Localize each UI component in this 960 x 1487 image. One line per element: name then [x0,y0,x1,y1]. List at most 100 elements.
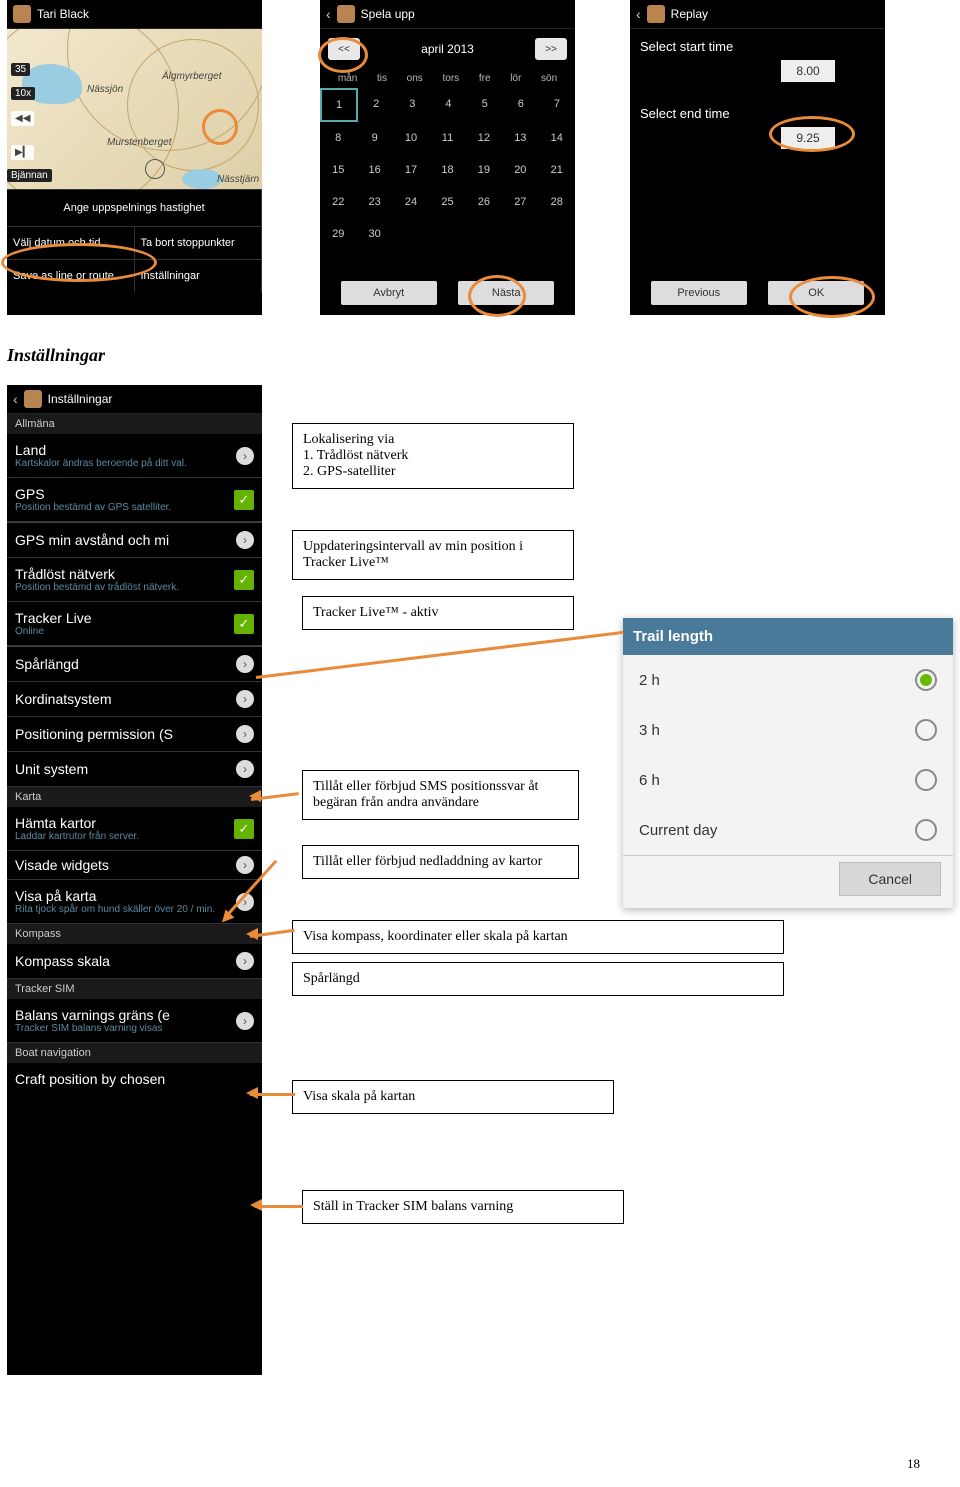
badge: Bjännan [7,169,52,182]
previous-button[interactable]: Previous [651,281,747,305]
badge: 35 [11,63,30,76]
start-time-label: Select start time [640,39,875,54]
calendar-day[interactable]: 23 [356,186,392,218]
setting-unit-system[interactable]: Unit system› [7,752,262,787]
rewind-icon[interactable]: ◀◀ [11,111,34,126]
calendar-day[interactable]: 27 [502,186,538,218]
check-icon: ✓ [234,614,254,634]
calendar-day[interactable]: 3 [394,88,430,122]
playback-speed-row[interactable]: Ange uppspelnings hastighet [7,189,262,226]
weekday-label: tors [442,73,459,84]
arrow-head-icon [250,1199,262,1211]
setting-positioning-permission[interactable]: Positioning permission (S› [7,717,262,752]
calendar-day[interactable]: 24 [393,186,429,218]
play-pause-icon[interactable]: ▶▎ [11,145,34,160]
header: ‹ Inställningar [7,385,262,414]
start-time-value[interactable]: 8.00 [781,60,835,82]
setting-craft-position[interactable]: Craft position by chosen [7,1063,262,1095]
fox-icon [13,5,31,23]
fox-icon [337,5,355,23]
category-label: Boat navigation [7,1043,262,1063]
chevron-icon: › [236,856,254,874]
calendar-day[interactable]: 21 [539,154,575,186]
setting-land[interactable]: LandKartskalor ändras beroende på ditt v… [7,434,262,478]
setting-trail-length[interactable]: Spårlängd› [7,647,262,682]
dialog-option[interactable]: Current day [623,805,953,855]
calendar-day[interactable]: 14 [539,122,575,154]
annotation-map-download: Tillåt eller förbjud nedladdning av kart… [302,845,579,879]
chevron-icon: › [236,725,254,743]
weekday-label: tis [377,73,387,84]
annotation-sim-balance: Ställ in Tracker SIM balans varning [302,1190,624,1224]
option-label: 6 h [639,772,660,789]
calendar-day[interactable]: 30 [356,218,392,250]
calendar-day[interactable]: 2 [358,88,394,122]
setting-balance-warning[interactable]: Balans varnings gräns (eTracker SIM bala… [7,999,262,1043]
screenshot-settings-phone: ‹ Inställningar Allmäna LandKartskalor ä… [7,385,262,1375]
dialog-option[interactable]: 6 h [623,755,953,805]
dialog-option[interactable]: 3 h [623,705,953,755]
calendar-day[interactable]: 12 [466,122,502,154]
annotation-tracker-active: Tracker Live™ - aktiv [302,596,574,630]
back-icon[interactable]: ‹ [13,391,18,407]
highlight-circle [769,116,855,152]
next-month-button[interactable]: >> [535,38,567,60]
setting-compass-scale[interactable]: Kompass skala› [7,944,262,979]
calendar-day[interactable]: 19 [466,154,502,186]
dialog-cancel-button[interactable]: Cancel [839,862,941,896]
calendar-day[interactable]: 4 [430,88,466,122]
calendar-day[interactable]: 13 [502,122,538,154]
calendar-day[interactable]: 8 [320,122,356,154]
back-icon[interactable]: ‹ [326,6,331,22]
option-label: Current day [639,822,717,839]
radio-icon [915,769,937,791]
dialog-option[interactable]: 2 h [623,655,953,705]
annotation-compass-scale: Visa skala på kartan [292,1080,614,1114]
calendar-day[interactable]: 5 [467,88,503,122]
map-area[interactable]: Nässjön Älgmyrberget Murstenberget Nässt… [7,29,262,189]
chevron-icon: › [236,655,254,673]
calendar-day[interactable]: 17 [393,154,429,186]
calendar-day[interactable]: 25 [429,186,465,218]
calendar-day[interactable]: 15 [320,154,356,186]
annotation-trail-length: Spårlängd [292,962,784,996]
calendar-day[interactable]: 20 [502,154,538,186]
option-label: 3 h [639,722,660,739]
calendar-day [539,218,575,250]
calendar-day[interactable]: 6 [503,88,539,122]
screen-title: Inställningar [48,392,113,406]
calendar-day[interactable]: 18 [429,154,465,186]
setting-coordinate-system[interactable]: Kordinatsystem› [7,682,262,717]
calendar-day[interactable]: 9 [356,122,392,154]
calendar-day[interactable]: 10 [393,122,429,154]
dog-name: Tari Black [37,7,89,21]
calendar-day[interactable]: 28 [539,186,575,218]
map-label: Murstenberget [107,137,171,148]
back-icon[interactable]: ‹ [636,6,641,22]
remove-stops-button[interactable]: Ta bort stoppunkter [135,226,263,259]
calendar-day[interactable]: 26 [466,186,502,218]
setting-wifi[interactable]: Trådlöst nätverkPosition bestämd av tråd… [7,558,262,602]
setting-widgets[interactable]: Visade widgets› [7,851,262,880]
chevron-icon: › [236,447,254,465]
annotation-compass-coord: Visa kompass, koordinater eller skala på… [292,920,784,954]
setting-tracker-live[interactable]: Tracker LiveOnline✓ [7,602,262,646]
calendar-day[interactable]: 1 [320,88,358,122]
calendar-day[interactable]: 22 [320,186,356,218]
setting-gps-min[interactable]: GPS min avstånd och mi› [7,523,262,558]
cancel-button[interactable]: Avbryt [341,281,437,305]
calendar-day[interactable]: 7 [539,88,575,122]
dialog-title: Trail length [623,618,953,655]
category-label: Tracker SIM [7,979,262,999]
radio-icon [915,719,937,741]
setting-download-maps[interactable]: Hämta kartorLaddar kartrutor från server… [7,807,262,851]
setting-gps[interactable]: GPSPosition bestämd av GPS satelliter.✓ [7,478,262,522]
chevron-icon: › [236,760,254,778]
calendar-day[interactable]: 16 [356,154,392,186]
calendar-day[interactable]: 29 [320,218,356,250]
category-label: Karta [7,787,262,807]
arrow [256,631,624,679]
calendar-day[interactable]: 11 [429,122,465,154]
weekday-label: ons [407,73,423,84]
section-heading: Inställningar [7,345,105,366]
